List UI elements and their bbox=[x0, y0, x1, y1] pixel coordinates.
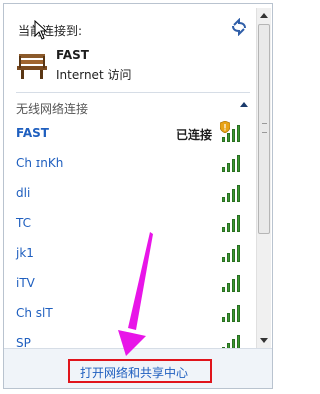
signal-strength-icon bbox=[222, 124, 246, 142]
network-name: TC bbox=[16, 216, 32, 230]
scroll-down-button[interactable] bbox=[257, 332, 271, 348]
wireless-section-header[interactable]: 无线网络连接 bbox=[16, 100, 252, 116]
network-name: Ch slT bbox=[16, 306, 53, 320]
bench-network-icon bbox=[17, 54, 47, 79]
mouse-cursor-icon bbox=[34, 20, 48, 40]
network-name: jk1 bbox=[16, 246, 34, 260]
scroll-up-button[interactable] bbox=[257, 8, 271, 24]
signal-strength-icon bbox=[222, 274, 246, 292]
scroll-up-icon bbox=[260, 13, 268, 18]
scroll-down-icon bbox=[260, 338, 268, 343]
grip-icon bbox=[262, 123, 267, 133]
refresh-icon[interactable] bbox=[230, 18, 248, 36]
current-connection-title: 当前连接到: bbox=[18, 24, 83, 38]
network-row[interactable]: iTV bbox=[4, 270, 256, 298]
network-row[interactable]: jk1 bbox=[4, 240, 256, 268]
network-name: iTV bbox=[16, 276, 35, 290]
open-network-sharing-center-link[interactable]: 打开网络和共享中心 bbox=[68, 359, 212, 383]
divider bbox=[16, 92, 250, 93]
network-row[interactable]: dli bbox=[4, 180, 256, 208]
network-list: FAST 已连接 Ch ɪnKh dli TC jk1 iTV Ch slT S… bbox=[4, 120, 256, 358]
flyout-footer: 打开网络和共享中心 bbox=[4, 348, 272, 388]
network-name: Ch ɪnKh bbox=[16, 156, 64, 170]
network-name: FAST bbox=[16, 126, 49, 140]
wifi-flyout-panel: 当前连接到: FAST Internet 访问 无线网络连接 FAST 已连接 bbox=[3, 3, 273, 389]
signal-strength-icon bbox=[222, 154, 246, 172]
signal-strength-icon bbox=[222, 184, 246, 202]
signal-strength-icon bbox=[222, 244, 246, 262]
vertical-scrollbar[interactable] bbox=[256, 8, 271, 348]
connected-status: 已连接 bbox=[176, 128, 213, 142]
open-network-sharing-center-label: 打开网络和共享中心 bbox=[80, 366, 189, 380]
network-name: dli bbox=[16, 186, 31, 200]
current-network-type: Internet 访问 bbox=[56, 68, 132, 82]
current-network-name: FAST bbox=[56, 48, 89, 62]
collapse-caret-icon[interactable] bbox=[240, 102, 248, 107]
network-row[interactable]: FAST 已连接 bbox=[4, 120, 256, 148]
network-row[interactable]: Ch slT bbox=[4, 300, 256, 328]
network-row[interactable]: TC bbox=[4, 210, 256, 238]
wireless-section-label: 无线网络连接 bbox=[16, 102, 89, 116]
signal-strength-icon bbox=[222, 214, 246, 232]
signal-strength-icon bbox=[222, 304, 246, 322]
scroll-thumb[interactable] bbox=[258, 24, 270, 234]
network-row[interactable]: Ch ɪnKh bbox=[4, 150, 256, 178]
current-connection-area: 当前连接到: FAST Internet 访问 bbox=[4, 4, 256, 86]
